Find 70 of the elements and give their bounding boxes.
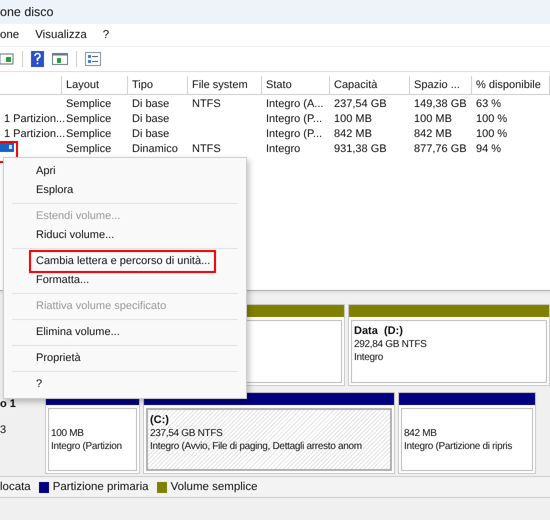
menu-item[interactable]: one (0, 29, 20, 41)
window-title: one disco (0, 5, 54, 19)
legend-label: Volume semplice (170, 481, 258, 493)
menu-item[interactable]: Cambia lettera e percorso di unità... (31, 252, 214, 271)
legend-swatch (38, 482, 49, 492)
table-cell-text: NTFS (191, 142, 222, 154)
partition-name: Data (D:) (354, 325, 404, 337)
table-cell-text: Integro (P... (265, 112, 324, 124)
partition-info: 100 MB (51, 428, 85, 439)
table-cell-text: 94 % (475, 142, 502, 154)
table-cell-text: 877,76 GB (413, 142, 468, 154)
partition-info: 292,84 GB NTFS (354, 339, 428, 350)
table-cell-text: 100 MB (413, 112, 453, 124)
table-cell-text: Di base (131, 98, 170, 110)
partition-info: 842 MB (404, 428, 438, 439)
partition-info: Integro (Avvio, File di paging, Dettagli arresto anom (150, 441, 363, 452)
help-icon[interactable] (31, 51, 44, 67)
table-cell-text: Integro (P... (265, 128, 324, 140)
menu-item[interactable]: Elimina volume... (4, 323, 124, 342)
partition-info: Integro (Partizione di ripris (404, 441, 514, 452)
disk-label: o 1 (0, 398, 17, 410)
table-cell-text: Integro (265, 142, 302, 154)
list-icon[interactable] (85, 52, 101, 66)
table-cell-text: Di base (131, 112, 170, 124)
table-cell-text: 237,54 GB (333, 98, 388, 110)
partition-block[interactable]: 842 MB Integro (Partizione di ripris (398, 392, 536, 474)
menu-item[interactable]: Riduci volume... (4, 226, 118, 245)
table-cell-text: NTFS (191, 98, 222, 110)
table-cell-text: Di base (131, 128, 170, 140)
menu-item[interactable]: ? (4, 375, 46, 394)
column-header[interactable]: Layout (62, 76, 128, 94)
menu-item[interactable]: ? (102, 29, 110, 41)
menu-item[interactable]: Visualizza (35, 29, 87, 41)
column-header[interactable]: % disponibile (472, 76, 550, 94)
table-cell-text: 1 Partizion... (3, 128, 62, 140)
menu-item[interactable]: Proprietà (4, 349, 85, 368)
menu-item[interactable]: Apri (4, 162, 60, 181)
legend-label: locata (0, 481, 31, 493)
column-header[interactable]: File system (188, 76, 262, 94)
disk-size: 3 (0, 424, 8, 436)
legend-swatch (156, 482, 167, 492)
window-icon[interactable] (52, 52, 68, 66)
partition-info: Integro (Partizion (51, 441, 123, 452)
legend-label: Partizione primaria (52, 481, 149, 493)
table-cell-text: 149,38 GB (413, 98, 468, 110)
partition-info: 237,54 GB NTFS (150, 428, 224, 439)
table-cell-text: 100 MB (333, 112, 373, 124)
partition-name: (C:) (150, 414, 170, 426)
partition-block[interactable]: (C:) 237,54 GB NTFS Integro (Avvio, File di paging, Dettagli arresto anom (143, 392, 395, 474)
window-icon[interactable] (0, 52, 14, 66)
partition-block[interactable]: Data (D:) 292,84 GB NTFS Integro (348, 304, 550, 386)
table-cell-text: Dinamico (131, 142, 179, 154)
partition-info: Integro (354, 352, 384, 363)
table-cell-text: 842 MB (413, 128, 453, 140)
volume-icon[interactable] (0, 142, 14, 152)
table-cell-text: Semplice (65, 142, 112, 154)
table-cell-text: 1 Partizion... (3, 112, 62, 124)
table-cell-text: Integro (A... (265, 98, 324, 110)
table-cell-text: 842 MB (333, 128, 373, 140)
column-header[interactable]: Tipo (128, 76, 188, 94)
menu-item[interactable]: Formatta... (4, 271, 94, 290)
table-cell-text: 100 % (475, 128, 508, 140)
table-cell-text: 63 % (475, 98, 502, 110)
column-header[interactable]: Spazio ... (410, 76, 472, 94)
column-header[interactable]: Capacità (330, 76, 410, 94)
table-cell-text: 931,38 GB (333, 142, 388, 154)
table-cell-text: 100 % (475, 112, 508, 124)
column-header[interactable]: Stato (262, 76, 330, 94)
table-cell-text: Semplice (65, 98, 112, 110)
menu-item[interactable]: Esplora (4, 181, 78, 200)
